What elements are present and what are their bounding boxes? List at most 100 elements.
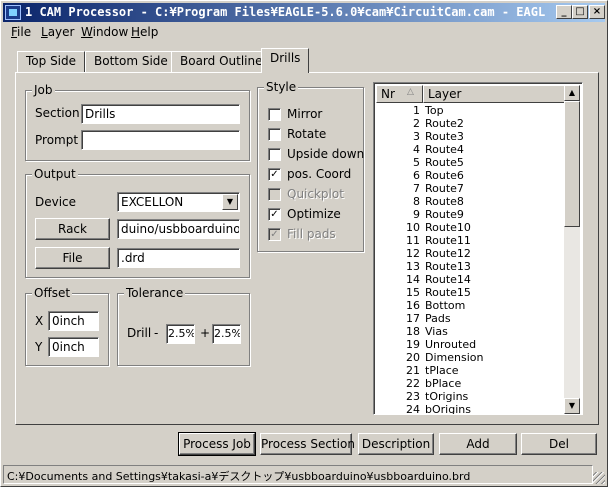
title-bar[interactable]: 1 CAM Processor - C:¥Program Files¥EAGLE… [3, 3, 605, 22]
mirror-checkbox-box[interactable] [268, 108, 281, 121]
minimize-button[interactable]: _ [556, 5, 572, 19]
column-header-layer[interactable]: Layer [423, 85, 568, 103]
list-item[interactable]: 13 Route13 [376, 260, 566, 273]
layer-name: Route8 [425, 195, 464, 208]
list-item[interactable]: 10 Route10 [376, 221, 566, 234]
menu-bar: File Layer Window Help [3, 23, 605, 41]
layer-name: bOrigins [425, 403, 471, 415]
layer-nr: 7 [413, 182, 420, 195]
output-group-label: Output [32, 167, 78, 181]
tab-top-side[interactable]: Top Side [17, 51, 86, 72]
list-item[interactable]: 18 Vias [376, 325, 566, 338]
layer-name: Route2 [425, 117, 464, 130]
scroll-down-icon[interactable]: ▼ [564, 398, 580, 414]
list-item[interactable]: 12 Route12 [376, 247, 566, 260]
offset-x-label: X [35, 314, 44, 328]
tab-board-outline[interactable]: Board Outline [171, 51, 272, 72]
list-item[interactable]: 3 Route3 [376, 130, 566, 143]
layer-list[interactable]: Nr △ Layer 1 Top 2 Route2 3 Route3 4 Route4 5 Rou… [373, 82, 583, 415]
list-item[interactable]: 21 tPlace [376, 364, 566, 377]
list-item[interactable]: 1 Top [376, 104, 566, 117]
layer-nr: 22 [406, 377, 420, 390]
list-item[interactable]: 11 Route11 [376, 234, 566, 247]
list-item[interactable]: 22 bPlace [376, 377, 566, 390]
layer-nr: 3 [413, 130, 420, 143]
chevron-down-icon[interactable]: ▼ [222, 194, 238, 210]
list-item[interactable]: 20 Dimension [376, 351, 566, 364]
list-item[interactable]: 9 Route9 [376, 208, 566, 221]
tolerance-plus-input[interactable]: 2.5% [212, 324, 241, 344]
layer-name: Route5 [425, 156, 464, 169]
list-item[interactable]: 2 Route2 [376, 117, 566, 130]
menu-window[interactable]: Window [81, 25, 128, 39]
style-group-label: Style [264, 80, 299, 94]
plus-label: + [200, 326, 211, 340]
file-input[interactable]: .drd [117, 248, 240, 268]
list-item[interactable]: 6 Route6 [376, 169, 566, 182]
layer-nr: 12 [406, 247, 420, 260]
tab-bottom-side[interactable]: Bottom Side [85, 51, 177, 72]
layer-nr: 11 [406, 234, 420, 247]
offset-group-label: Offset [32, 286, 73, 300]
process-section-button[interactable]: Process Section [260, 433, 355, 455]
section-input[interactable]: Drills [81, 104, 240, 124]
layer-nr: 23 [406, 390, 420, 403]
layer-name: Route14 [425, 273, 471, 286]
file-button[interactable]: File [35, 247, 110, 269]
rotate-checkbox-box[interactable] [268, 128, 281, 141]
layer-nr: 18 [406, 325, 420, 338]
list-item[interactable]: 24 bOrigins [376, 403, 566, 415]
list-item[interactable]: 7 Route7 [376, 182, 566, 195]
layer-name: Top [425, 104, 444, 117]
layer-nr: 9 [413, 208, 420, 221]
list-item[interactable]: 15 Route15 [376, 286, 566, 299]
del-button[interactable]: Del [521, 433, 597, 455]
offset-y-input[interactable]: 0inch [48, 337, 99, 357]
status-bar: C:¥Documents and Settings¥takasi-a¥デスクトッ… [3, 465, 593, 484]
list-item[interactable]: 17 Pads [376, 312, 566, 325]
layer-name: Route13 [425, 260, 471, 273]
add-button[interactable]: Add [439, 433, 517, 455]
layer-name: Bottom [425, 299, 466, 312]
menu-file[interactable]: File [11, 25, 31, 39]
app-icon[interactable] [5, 5, 21, 20]
menu-layer[interactable]: Layer [41, 25, 74, 39]
menu-help[interactable]: Help [131, 25, 158, 39]
close-button[interactable]: × [589, 5, 605, 19]
minus-label: - [154, 326, 159, 340]
list-item[interactable]: 14 Route14 [376, 273, 566, 286]
resize-grip-icon[interactable] [593, 472, 605, 484]
prompt-input[interactable] [81, 130, 240, 150]
checkmark-icon[interactable]: ✓ [268, 208, 281, 221]
layer-name: Route3 [425, 130, 464, 143]
layer-nr: 21 [406, 364, 420, 377]
scrollbar-thumb[interactable] [564, 101, 580, 227]
upside-down-checkbox-box[interactable] [268, 148, 281, 161]
tolerance-minus-input[interactable]: 2.5% [166, 324, 195, 344]
process-job-button[interactable]: Process Job [178, 432, 256, 456]
layer-list-scrollbar[interactable]: ▲ ▼ [564, 85, 580, 414]
description-button[interactable]: Description [358, 433, 434, 455]
scroll-up-icon[interactable]: ▲ [564, 85, 580, 101]
tab-drills[interactable]: Drills [261, 48, 310, 73]
layer-nr: 6 [413, 169, 420, 182]
rack-button[interactable]: Rack [35, 218, 110, 240]
list-item[interactable]: 8 Route8 [376, 195, 566, 208]
offset-x-input[interactable]: 0inch [48, 311, 99, 331]
list-item[interactable]: 4 Route4 [376, 143, 566, 156]
list-item[interactable]: 23 tOrigins [376, 390, 566, 403]
checkmark-icon[interactable]: ✓ [268, 168, 281, 181]
device-label: Device [35, 195, 77, 209]
offset-y-label: Y [35, 340, 43, 354]
layer-nr: 24 [406, 403, 420, 415]
rack-input[interactable]: duino/usbboarduino.drl [117, 219, 240, 239]
layer-name: Route11 [425, 234, 471, 247]
list-item[interactable]: 5 Route5 [376, 156, 566, 169]
maximize-button[interactable]: □ [572, 5, 588, 19]
layer-nr: 20 [406, 351, 420, 364]
layer-name: Pads [425, 312, 451, 325]
list-item[interactable]: 19 Unrouted [376, 338, 566, 351]
device-select[interactable]: EXCELLON ▼ [117, 192, 240, 212]
list-item[interactable]: 16 Bottom [376, 299, 566, 312]
column-header-nr[interactable]: Nr △ [376, 85, 423, 103]
